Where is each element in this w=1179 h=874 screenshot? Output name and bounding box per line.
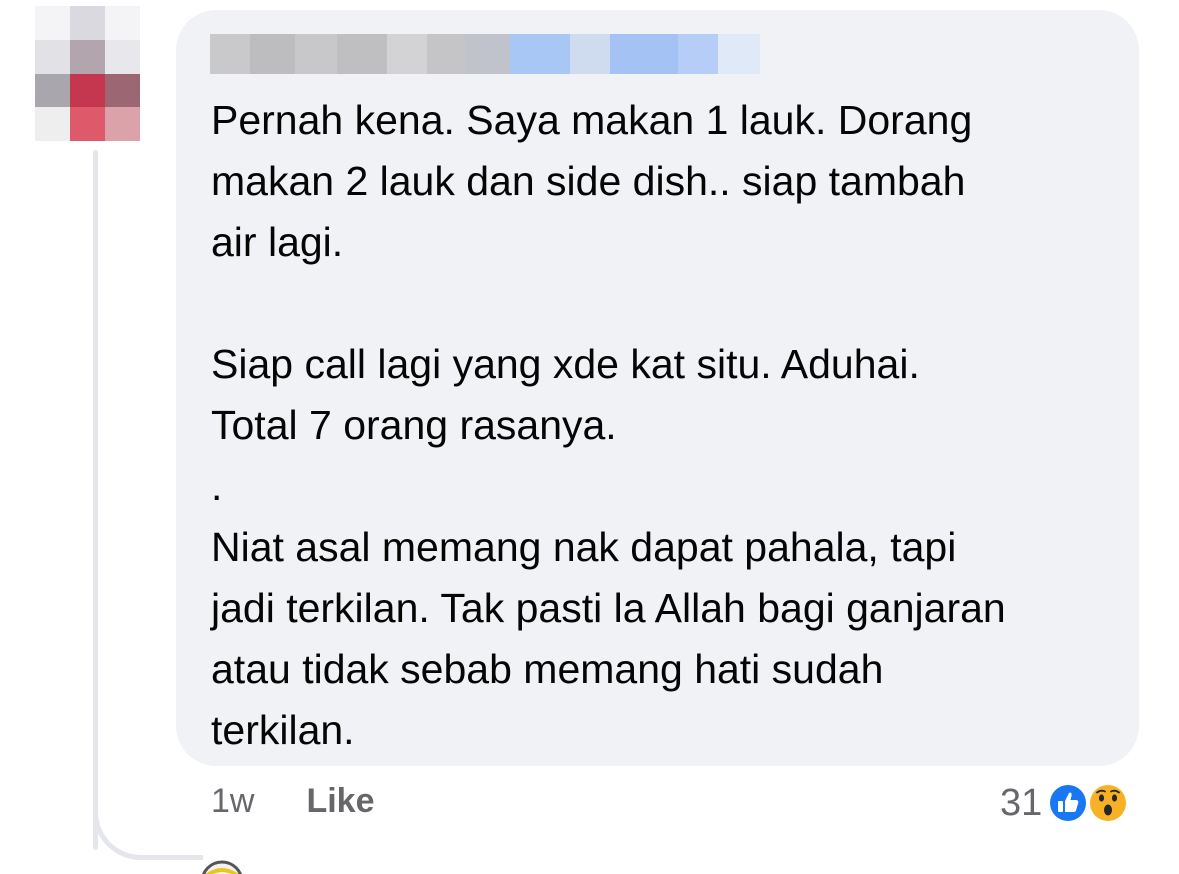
like-button[interactable]: Like: [306, 782, 374, 821]
avatar[interactable]: [35, 6, 140, 141]
comment-timestamp[interactable]: 1w: [211, 782, 254, 821]
thread-connector-line: [93, 150, 98, 850]
wow-icon: [1087, 782, 1130, 824]
reaction-summary[interactable]: 31: [1000, 778, 1130, 828]
reaction-icons: [1046, 781, 1130, 825]
comment-thread: Pernah kena. Saya makan 1 lauk. Dorang m…: [0, 0, 1179, 874]
next-comment-avatar[interactable]: [200, 860, 250, 874]
like-icon: [1047, 782, 1090, 824]
author-name-blurred[interactable]: [210, 34, 760, 74]
reaction-count: 31: [1000, 781, 1043, 824]
thread-connector-curve: [93, 800, 203, 860]
comment-meta: 1w Like: [211, 782, 375, 821]
comment-text: Pernah kena. Saya makan 1 lauk. Dorang m…: [211, 97, 1006, 753]
